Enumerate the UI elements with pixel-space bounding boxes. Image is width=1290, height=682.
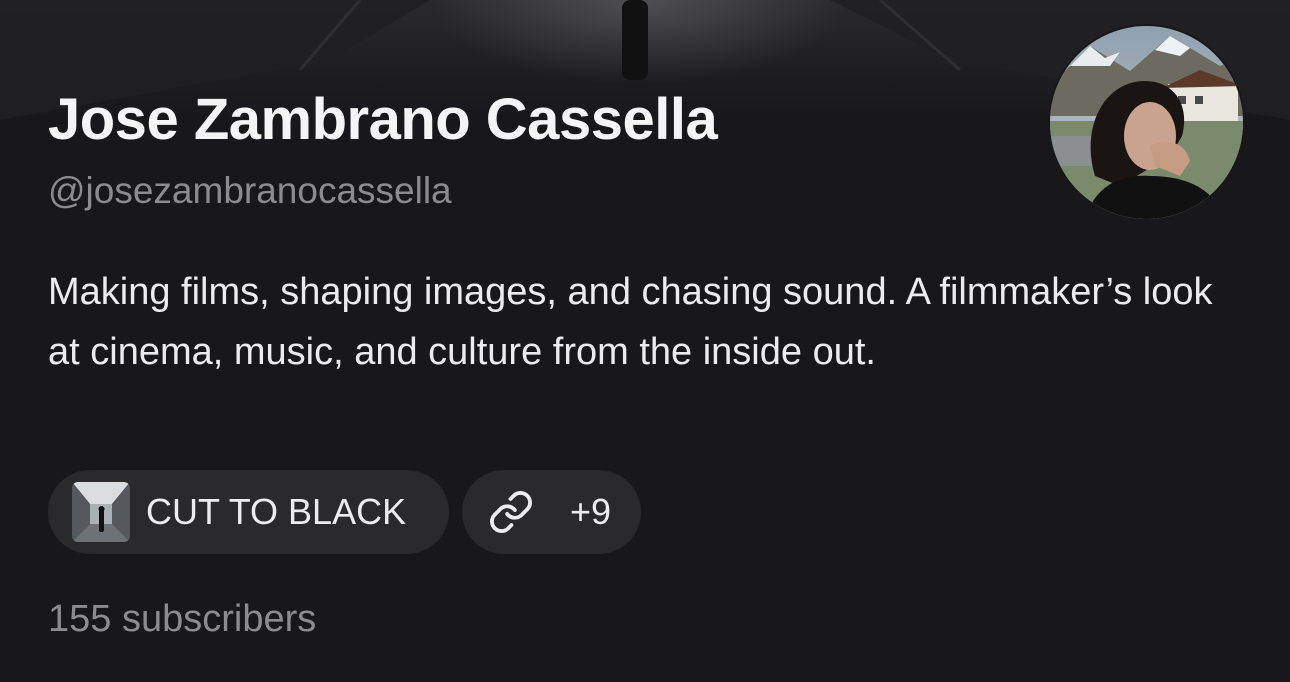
publication-chip[interactable]: CUT TO BLACK	[48, 470, 449, 554]
publication-name: CUT TO BLACK	[146, 491, 407, 532]
corridor-thumbnail-icon	[72, 482, 130, 542]
links-chip[interactable]: +9	[462, 470, 641, 554]
avatar[interactable]	[1050, 26, 1243, 219]
subscriber-count[interactable]: 155 subscribers	[48, 598, 316, 641]
links-count: +9	[570, 491, 612, 532]
profile-name: Jose Zambrano Cassella	[48, 87, 718, 152]
profile-bio: Making films, shaping images, and chasin…	[48, 271, 1213, 373]
profile-handle[interactable]: @josezambranocassella	[48, 170, 452, 212]
link-icon	[490, 491, 532, 533]
